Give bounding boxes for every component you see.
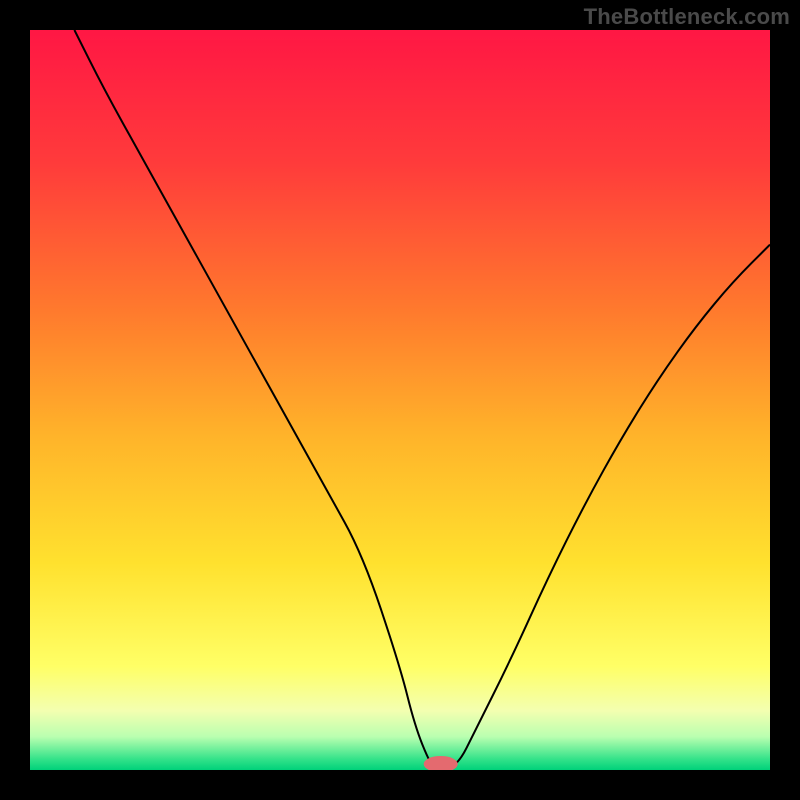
gradient-background xyxy=(30,30,770,770)
bottleneck-plot xyxy=(30,30,770,770)
watermark-text: TheBottleneck.com xyxy=(584,4,790,30)
chart-frame: TheBottleneck.com xyxy=(0,0,800,800)
